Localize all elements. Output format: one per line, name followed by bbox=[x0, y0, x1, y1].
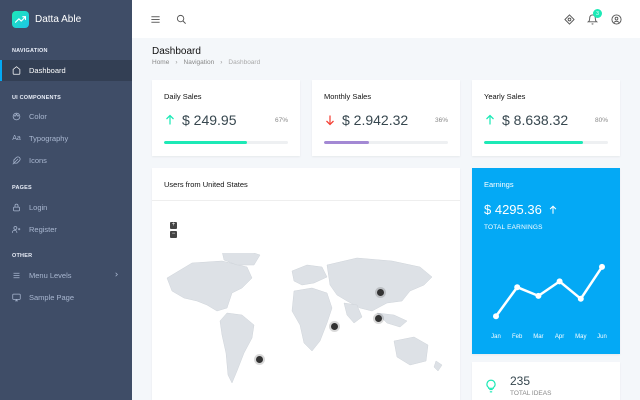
earnings-point-mar[interactable] bbox=[535, 292, 542, 299]
lock-icon bbox=[12, 203, 21, 212]
palette-icon bbox=[12, 112, 21, 121]
ideas-value: 235 bbox=[510, 374, 531, 388]
sidebar-item-menu-levels[interactable]: Menu Levels bbox=[0, 265, 132, 286]
card-title: Users from United States bbox=[164, 180, 248, 189]
nav-caption-navigation: NAVIGATION bbox=[12, 48, 48, 54]
sale-percent: 67% bbox=[274, 117, 288, 124]
breadcrumb: Home › Navigation › Dashboard bbox=[152, 59, 260, 66]
daily-sales-card: Daily Sales $ 249.95 67% bbox=[152, 80, 300, 156]
x-tick-label: Feb bbox=[512, 334, 523, 340]
map-marker[interactable] bbox=[377, 289, 384, 296]
arrow-up-icon bbox=[164, 113, 176, 127]
card-title: Monthly Sales bbox=[324, 92, 372, 101]
progress-bar bbox=[324, 141, 448, 144]
user-profile-icon[interactable] bbox=[609, 12, 623, 26]
sidebar-item-label: Register bbox=[29, 225, 57, 234]
earnings-point-jun[interactable] bbox=[599, 263, 605, 270]
monthly-sales-card: Monthly Sales $ 2.942.32 36% bbox=[312, 80, 460, 156]
breadcrumb-current: Dashboard bbox=[228, 59, 261, 66]
earnings-point-jan[interactable] bbox=[493, 313, 499, 320]
search-icon[interactable] bbox=[174, 12, 188, 26]
breadcrumb-navigation[interactable]: Navigation bbox=[184, 59, 215, 66]
home-icon bbox=[12, 66, 21, 75]
sale-value: $ 8.638.32 bbox=[502, 112, 569, 128]
sidebar-item-color[interactable]: Color bbox=[0, 106, 132, 127]
sale-value-row: $ 2.942.32 bbox=[324, 112, 408, 128]
sidebar-item-label: Color bbox=[29, 112, 47, 121]
map-zoom-out-button[interactable]: − bbox=[170, 231, 177, 238]
chevron-right-icon: › bbox=[220, 59, 223, 66]
sale-value: $ 2.942.32 bbox=[342, 112, 409, 128]
chevron-right-icon: › bbox=[175, 59, 178, 66]
sidebar: Datta Able NAVIGATION Dashboard UI COMPO… bbox=[0, 0, 132, 400]
world-map[interactable] bbox=[162, 253, 452, 400]
card-title: Daily Sales bbox=[164, 92, 202, 101]
menu-icon bbox=[12, 271, 21, 280]
sidebar-item-label: Menu Levels bbox=[29, 271, 72, 280]
arrow-up-icon bbox=[484, 113, 496, 127]
users-map-card: Users from United States + − bbox=[152, 168, 460, 400]
nav-caption-pages: PAGES bbox=[12, 185, 32, 191]
map-marker[interactable] bbox=[256, 356, 263, 363]
sidebar-item-label: Typography bbox=[29, 134, 69, 143]
map-zoom-in-button[interactable]: + bbox=[170, 222, 177, 229]
earnings-point-may[interactable] bbox=[577, 295, 584, 302]
user-plus-icon bbox=[12, 225, 21, 234]
sidebar-item-sample-page[interactable]: Sample Page bbox=[0, 287, 132, 308]
notification-badge: 3 bbox=[593, 9, 602, 18]
progress-fill bbox=[484, 141, 584, 144]
x-tick-label: Mar bbox=[533, 334, 544, 340]
sidebar-item-label: Sample Page bbox=[29, 293, 75, 302]
progress-bar bbox=[164, 141, 288, 144]
monitor-icon bbox=[12, 293, 21, 302]
breadcrumb-home[interactable]: Home bbox=[152, 59, 169, 66]
brand-logo-icon bbox=[12, 10, 29, 28]
card-title: Yearly Sales bbox=[484, 92, 526, 101]
map-marker[interactable] bbox=[375, 315, 382, 322]
typography-icon: Aa bbox=[12, 135, 21, 142]
sidebar-item-label: Login bbox=[29, 203, 48, 212]
sidebar-item-login[interactable]: Login bbox=[0, 197, 132, 218]
nav-caption-ui-components: UI COMPONENTS bbox=[12, 95, 62, 101]
sale-value-row: $ 249.95 bbox=[164, 112, 237, 128]
nav-caption-other: OTHER bbox=[12, 253, 33, 259]
hamburger-menu-icon[interactable] bbox=[148, 12, 162, 26]
x-tick-label: Apr bbox=[554, 334, 565, 340]
sidebar-item-icons[interactable]: Icons bbox=[0, 150, 132, 171]
total-ideas-card: 235 TOTAL IDEAS bbox=[472, 362, 620, 400]
progress-bar bbox=[484, 141, 608, 144]
sidebar-item-label: Dashboard bbox=[29, 66, 66, 75]
lightbulb-icon bbox=[484, 378, 498, 399]
earnings-point-feb[interactable] bbox=[514, 284, 521, 291]
sale-value-row: $ 8.638.32 bbox=[484, 112, 568, 128]
settings-diamond-icon[interactable] bbox=[562, 12, 576, 26]
divider bbox=[152, 200, 460, 201]
ideas-label: TOTAL IDEAS bbox=[510, 390, 552, 397]
progress-fill bbox=[164, 141, 248, 144]
sale-percent: 36% bbox=[434, 117, 448, 124]
yearly-sales-card: Yearly Sales $ 8.638.32 80% bbox=[472, 80, 620, 156]
sidebar-item-register[interactable]: Register bbox=[0, 219, 132, 240]
x-tick-label: May bbox=[575, 334, 587, 340]
sidebar-item-dashboard[interactable]: Dashboard bbox=[0, 60, 132, 81]
map-marker[interactable] bbox=[331, 323, 338, 330]
earnings-point-apr[interactable] bbox=[556, 278, 563, 285]
earnings-line-chart bbox=[493, 263, 605, 320]
feather-icon bbox=[12, 156, 21, 165]
x-tick-label: Jun bbox=[597, 334, 607, 340]
earnings-card: Earnings $ 4295.36 TOTAL EARNINGS Jan Feb… bbox=[472, 168, 620, 354]
brand-name: Datta Able bbox=[35, 13, 82, 25]
sidebar-item-label: Icons bbox=[29, 156, 47, 165]
earnings-series-line bbox=[494, 266, 604, 317]
page-title: Dashboard bbox=[152, 46, 201, 57]
chevron-right-icon bbox=[113, 271, 120, 280]
sale-percent: 80% bbox=[594, 117, 608, 124]
arrow-down-icon bbox=[324, 113, 336, 127]
sale-value: $ 249.95 bbox=[182, 112, 237, 128]
brand[interactable]: Datta Able bbox=[0, 0, 132, 38]
sidebar-item-typography[interactable]: Aa Typography bbox=[0, 128, 132, 149]
x-tick-label: Jan bbox=[491, 334, 501, 340]
progress-fill bbox=[324, 141, 369, 144]
